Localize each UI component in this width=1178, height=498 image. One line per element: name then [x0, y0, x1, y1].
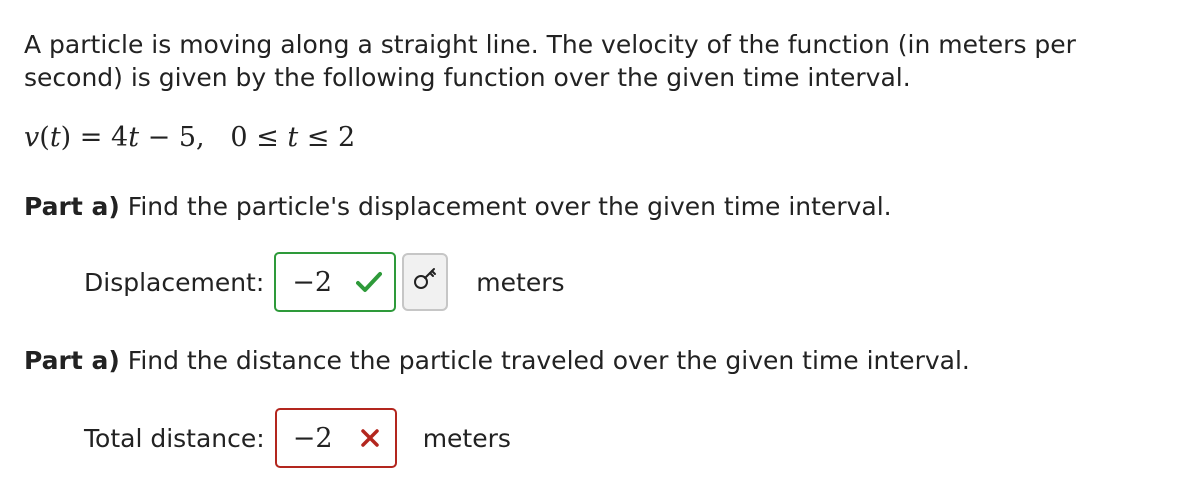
part-distance-text: Find the distance the particle traveled … — [119, 346, 970, 375]
displacement-input[interactable]: −2 — [274, 252, 397, 312]
part-displacement-label: Part a) — [24, 192, 120, 221]
distance-units: meters — [422, 423, 511, 453]
distance-answer-row: Total distance: −2 meters — [84, 408, 511, 468]
part-distance-heading: Part a) Find the distance the particle t… — [24, 344, 970, 378]
displacement-value: −2 — [292, 266, 333, 298]
formula-coef: 4 — [111, 122, 129, 153]
distance-input[interactable]: −2 — [274, 408, 397, 468]
part-displacement-text: Find the particle's displacement over th… — [119, 192, 892, 221]
displacement-label: Displacement: — [84, 267, 265, 297]
formula-lhs-arg: t — [49, 122, 61, 153]
formula-lhs-close: ) — [60, 122, 72, 153]
question-intro: A particle is moving along a straight li… — [24, 28, 1154, 94]
cross-icon — [357, 425, 383, 451]
formula-lhs-open: ( — [39, 122, 50, 153]
show-answer-key-button[interactable] — [402, 253, 449, 311]
formula-rest: − 5, 0 ≤ — [139, 122, 288, 153]
formula-end: ≤ 2 — [298, 122, 356, 153]
intro-line-1: A particle is moving along a straight li… — [24, 30, 1076, 59]
formula-var: t — [128, 122, 140, 153]
displacement-answer-row: Displacement: −2 meters — [84, 252, 565, 312]
formula-eq: = — [71, 122, 112, 153]
key-icon — [412, 266, 438, 298]
part-displacement-heading: Part a) Find the particle's displacement… — [24, 190, 892, 224]
distance-label: Total distance: — [84, 423, 265, 453]
formula-lhs-var: v — [24, 122, 40, 153]
part-distance-label: Part a) — [24, 346, 120, 375]
intro-line-2: second) is given by the following functi… — [24, 63, 911, 92]
velocity-formula: v(t) = 4t − 5, 0 ≤ t ≤ 2 — [24, 118, 355, 158]
distance-value: −2 — [292, 422, 333, 454]
displacement-units: meters — [476, 267, 565, 297]
checkmark-icon — [356, 269, 383, 295]
formula-var-2: t — [287, 122, 299, 153]
